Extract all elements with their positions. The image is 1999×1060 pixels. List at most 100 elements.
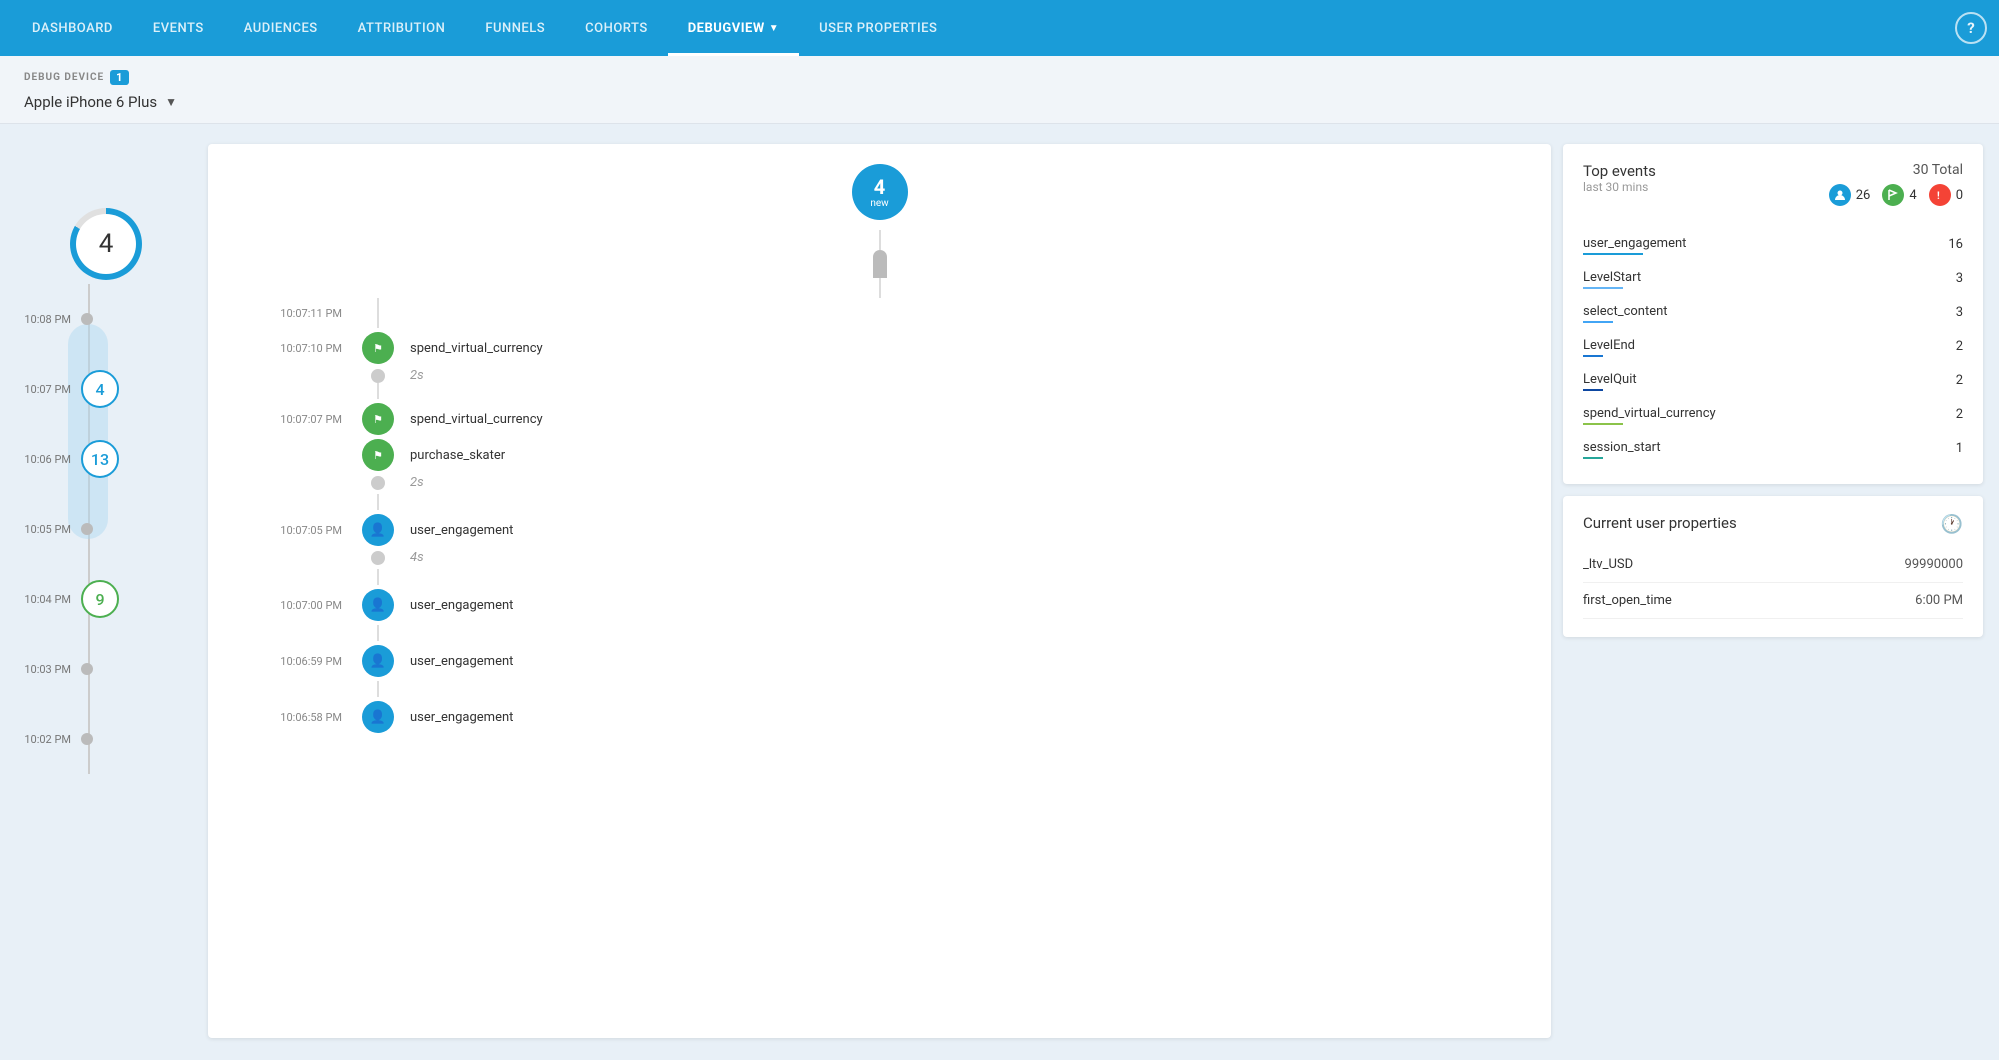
count-red: ! 0 bbox=[1929, 184, 1963, 206]
event-name-spend1: spend_virtual_currency bbox=[398, 341, 1531, 356]
dot-1003 bbox=[81, 663, 93, 675]
dot-1008 bbox=[81, 313, 93, 325]
event-block-10071100: 10:07:11 PM bbox=[228, 298, 1531, 328]
event-time-10065800: 10:06:58 PM bbox=[228, 711, 358, 724]
event-block-10071000[interactable]: 10:07:10 PM ⚑ spend_virtual_currency bbox=[228, 332, 1531, 364]
event-time-10071000: 10:07:10 PM bbox=[228, 342, 358, 355]
time-1003: 10:03 PM bbox=[16, 663, 81, 676]
top-count-circle: 4 bbox=[70, 208, 142, 280]
count-circle-green bbox=[1882, 184, 1904, 206]
blue-person-icon-4: 👤 bbox=[362, 701, 394, 733]
event-list-item-5[interactable]: spend_virtual_currency 2 bbox=[1583, 398, 1963, 432]
dot-1002 bbox=[81, 733, 93, 745]
green-flag-icon-3: ⚑ bbox=[362, 439, 394, 471]
user-prop-ltv[interactable]: _ltv_USD 99990000 bbox=[1583, 547, 1963, 583]
event-name-engagement1: user_engagement bbox=[398, 523, 1531, 538]
event-list-item-0[interactable]: user_engagement 16 bbox=[1583, 228, 1963, 262]
event-block-10070500[interactable]: 10:07:05 PM 👤 user_engagement bbox=[228, 514, 1531, 546]
timeline-rows: 10:08 PM 10:07 PM 4 10:06 PM 13 10:05 PM… bbox=[16, 284, 196, 774]
top-events-list: user_engagement 16 LevelStart 3 select_c… bbox=[1583, 228, 1963, 466]
nav-user-properties[interactable]: USER PROPERTIES bbox=[799, 0, 957, 56]
event-name-engagement3: user_engagement bbox=[398, 654, 1531, 669]
gap-4s: 4s bbox=[398, 550, 1531, 565]
flag-icon-green bbox=[1887, 189, 1899, 201]
event-time-10071100: 10:07:11 PM bbox=[228, 307, 358, 320]
timeline-row-1005: 10:05 PM bbox=[16, 494, 196, 564]
event-time-10070500: 10:07:05 PM bbox=[228, 524, 358, 537]
event-block-purchase[interactable]: ⚑ purchase_skater bbox=[228, 439, 1531, 471]
event-counts: 26 4 ! 0 bbox=[1829, 184, 1963, 206]
event-name-spend2: spend_virtual_currency bbox=[398, 412, 1531, 427]
help-button[interactable]: ? bbox=[1955, 12, 1987, 44]
main-layout: 4 10:08 PM 10:07 PM 4 10:06 PM 13 bbox=[0, 124, 1999, 1058]
top-navigation: DASHBOARD EVENTS AUDIENCES ATTRIBUTION F… bbox=[0, 0, 1999, 56]
timeline-row-1004: 10:04 PM 9 bbox=[16, 564, 196, 634]
left-timeline-panel: 4 10:08 PM 10:07 PM 4 10:06 PM 13 bbox=[16, 144, 196, 1038]
time-1004: 10:04 PM bbox=[16, 593, 81, 606]
event-time-10070700a: 10:07:07 PM bbox=[228, 413, 358, 426]
timeline-row-1007: 10:07 PM 4 bbox=[16, 354, 196, 424]
nav-events[interactable]: EVENTS bbox=[133, 0, 224, 56]
count-blue: 26 bbox=[1829, 184, 1871, 206]
timeline-row-1008: 10:08 PM bbox=[16, 284, 196, 354]
blue-person-icon-1: 👤 bbox=[362, 514, 394, 546]
nav-audiences[interactable]: AUDIENCES bbox=[224, 0, 338, 56]
timeline-row-1003: 10:03 PM bbox=[16, 634, 196, 704]
top-new-circle: 4 new bbox=[852, 164, 908, 220]
bubble-1006[interactable]: 13 bbox=[81, 440, 119, 478]
nav-funnels[interactable]: FUNNELS bbox=[465, 0, 565, 56]
person-icon-blue bbox=[1834, 189, 1846, 201]
user-properties-title: Current user properties bbox=[1583, 514, 1737, 532]
top-new-circle-container: 4 new bbox=[228, 144, 1531, 298]
history-icon[interactable]: 🕐 bbox=[1941, 514, 1963, 535]
event-time-10065900: 10:06:59 PM bbox=[228, 655, 358, 668]
time-1007: 10:07 PM bbox=[16, 383, 81, 396]
event-name-purchase: purchase_skater bbox=[398, 448, 1531, 463]
user-prop-first-open[interactable]: first_open_time 6:00 PM bbox=[1583, 583, 1963, 619]
gap-dot-1 bbox=[371, 369, 385, 383]
bubble-1004[interactable]: 9 bbox=[81, 580, 119, 618]
debug-device-badge: 1 bbox=[110, 70, 129, 85]
device-selector[interactable]: Apple iPhone 6 Plus ▼ bbox=[24, 93, 1975, 111]
event-name-engagement4: user_engagement bbox=[398, 710, 1531, 725]
nav-debugview[interactable]: DEBUGVIEW ▼ bbox=[668, 0, 799, 56]
gap-2s-2: 2s bbox=[398, 475, 1531, 490]
time-1005: 10:05 PM bbox=[16, 523, 81, 536]
user-properties-card: Current user properties 🕐 _ltv_USD 99990… bbox=[1563, 496, 1983, 637]
event-block-10065900[interactable]: 10:06:59 PM 👤 user_engagement bbox=[228, 645, 1531, 677]
count-circle-blue bbox=[1829, 184, 1851, 206]
top-events-title: Top events last 30 mins bbox=[1583, 162, 1656, 208]
gap-2s-1: 2s bbox=[398, 368, 1531, 383]
debug-device-label: DEBUG DEVICE 1 bbox=[24, 70, 1975, 85]
dot-1005 bbox=[81, 523, 93, 535]
middle-events-panel: 4 new 10:07:11 PM 10:07:10 PM bbox=[208, 144, 1551, 1038]
warning-icon-red: ! bbox=[1934, 189, 1946, 201]
bubble-1007[interactable]: 4 bbox=[81, 370, 119, 408]
event-list-item-3[interactable]: LevelEnd 2 bbox=[1583, 330, 1963, 364]
gap-dot-3 bbox=[371, 551, 385, 565]
top-connector-line bbox=[879, 230, 881, 250]
right-panel: Top events last 30 mins 30 Total 26 bbox=[1563, 144, 1983, 1038]
nav-dashboard[interactable]: DASHBOARD bbox=[12, 0, 133, 56]
event-block-10065800[interactable]: 10:06:58 PM 👤 user_engagement bbox=[228, 701, 1531, 733]
device-dropdown-arrow: ▼ bbox=[165, 95, 177, 109]
green-flag-icon-1: ⚑ bbox=[362, 332, 394, 364]
top-events-card: Top events last 30 mins 30 Total 26 bbox=[1563, 144, 1983, 484]
timeline-row-1002: 10:02 PM bbox=[16, 704, 196, 774]
event-list-item-6[interactable]: session_start 1 bbox=[1583, 432, 1963, 466]
event-block-10070000[interactable]: 10:07:00 PM 👤 user_engagement bbox=[228, 589, 1531, 621]
time-1008: 10:08 PM bbox=[16, 313, 81, 326]
count-circle-red: ! bbox=[1929, 184, 1951, 206]
time-1006: 10:06 PM bbox=[16, 453, 81, 466]
nav-attribution[interactable]: ATTRIBUTION bbox=[338, 0, 466, 56]
debugview-dropdown-arrow: ▼ bbox=[769, 23, 779, 34]
nav-cohorts[interactable]: COHORTS bbox=[565, 0, 668, 56]
blue-person-icon-2: 👤 bbox=[362, 589, 394, 621]
event-timeline-scroll[interactable]: 4 new 10:07:11 PM 10:07:10 PM bbox=[208, 144, 1551, 1038]
event-list-item-1[interactable]: LevelStart 3 bbox=[1583, 262, 1963, 296]
svg-text:!: ! bbox=[1937, 191, 1940, 201]
event-block-10070700a[interactable]: 10:07:07 PM ⚑ spend_virtual_currency bbox=[228, 403, 1531, 435]
event-list-item-4[interactable]: LevelQuit 2 bbox=[1583, 364, 1963, 398]
top-count-number: 4 bbox=[76, 214, 136, 274]
event-list-item-2[interactable]: select_content 3 bbox=[1583, 296, 1963, 330]
